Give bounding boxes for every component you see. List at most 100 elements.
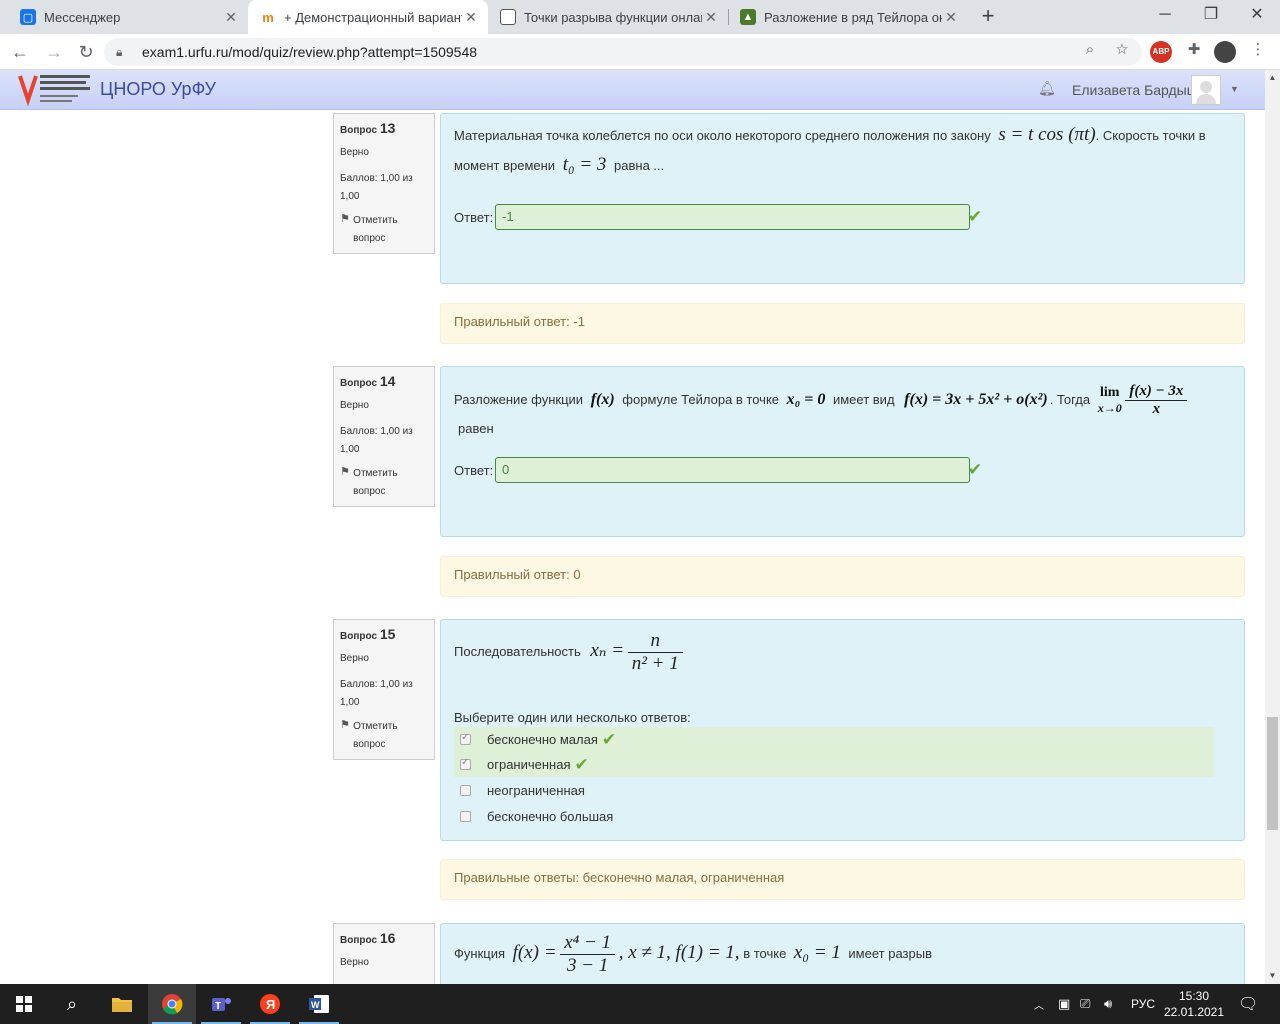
tab-title: Точки разрыва функции онлайн <box>524 9 702 25</box>
correct-answer-feedback: Правильные ответы: бесконечно малая, огр… <box>440 859 1245 900</box>
question-label: Вопрос <box>340 631 378 642</box>
tab-messenger[interactable]: ▢ Мессенджер ✕ <box>8 0 248 34</box>
checkbox[interactable] <box>460 757 471 770</box>
menu-dots-icon[interactable]: ⋮ <box>1246 38 1270 62</box>
option-label: бесконечно большая <box>487 809 614 824</box>
scrollbar-thumb[interactable] <box>1267 717 1278 830</box>
taskbar-clock[interactable]: 15:30 22.01.2021 <box>1158 988 1230 1020</box>
scroll-up-arrow-icon[interactable]: ▲ <box>1265 70 1280 85</box>
bookmark-star-icon[interactable]: ☆ <box>1110 38 1134 62</box>
volume-icon[interactable]: 🔊︎ <box>1104 984 1112 1024</box>
svg-text:Я: Я <box>266 997 275 1012</box>
network-warning-icon[interactable]: ▣ <box>1058 984 1070 1024</box>
formula-x0: x₀ = 0 <box>786 390 826 408</box>
checkbox[interactable] <box>460 732 471 745</box>
chevron-down-icon[interactable]: ▼ <box>1230 84 1239 94</box>
formula-lhs: xₙ = <box>590 639 625 661</box>
clock-date: 22.01.2021 <box>1163 1005 1225 1019</box>
address-bar[interactable]: 🔒︎ exam1.urfu.ru/mod/quiz/review.php?att… <box>104 38 1142 66</box>
question-info-15: Вопрос 15 Верно Баллов: 1,00 из 1,00 ⚑ О… <box>333 619 435 760</box>
profile-avatar-icon[interactable] <box>1214 41 1236 63</box>
tab-quiz[interactable]: m + Демонстрационный вариант ✕ <box>248 0 488 34</box>
notifications-icon[interactable]: 🗨︎ <box>1238 984 1258 1024</box>
formula-lhs: f(x) = <box>512 941 557 963</box>
formula-fraction: x⁴ − 1 3 − 1 <box>560 932 616 977</box>
answer-field[interactable]: -1 <box>495 204 970 230</box>
minimize-button[interactable]: ─ <box>1142 0 1188 34</box>
new-tab-button[interactable]: + <box>976 4 1000 28</box>
option-row[interactable]: бесконечно малая ✔ <box>454 727 1214 752</box>
user-name[interactable]: Елизавета Бардыш <box>1072 82 1198 98</box>
correct-check-icon: ✔ <box>968 207 983 226</box>
display-icon[interactable]: ⎚ <box>1080 984 1090 1024</box>
close-tab-icon[interactable]: ✕ <box>462 9 480 26</box>
urfu-logo[interactable] <box>18 72 92 108</box>
file-explorer-icon[interactable] <box>98 984 146 1024</box>
restore-button[interactable]: ❐ <box>1188 0 1234 34</box>
page-icon <box>500 9 516 25</box>
flag-icon: ⚑ <box>340 213 350 225</box>
fraction-numerator: x⁴ − 1 <box>560 932 616 955</box>
language-indicator[interactable]: РУС <box>1131 984 1155 1024</box>
flag-icon: ⚑ <box>340 719 350 731</box>
close-tab-icon[interactable]: ✕ <box>222 9 240 26</box>
formula-f: f(x) <box>590 390 615 408</box>
option-row[interactable]: неограниченная <box>454 778 1214 803</box>
close-window-button[interactable]: ✕ <box>1234 0 1280 34</box>
site-name[interactable]: ЦНОРО УрФУ <box>100 79 216 100</box>
question-text-part: формуле Тейлора в точке <box>622 391 780 407</box>
question-number: 13 <box>379 120 396 136</box>
answer-field[interactable]: 0 <box>495 457 970 483</box>
scroll-down-arrow-icon[interactable]: ▼ <box>1265 968 1280 983</box>
browser-tab-bar: ▢ Мессенджер ✕ m + Демонстрационный вари… <box>0 0 1280 34</box>
tab-discontinuity[interactable]: Точки разрыва функции онлайн ✕ <box>488 0 728 34</box>
yandex-taskbar-icon[interactable]: Я <box>246 984 294 1024</box>
forward-button[interactable]: → <box>42 40 66 64</box>
checkbox[interactable] <box>460 811 471 822</box>
question-content-14: Разложение функции f(x) формуле Тейлора … <box>440 366 1245 537</box>
search-icon[interactable]: ⌕ <box>48 984 96 1024</box>
fraction-denominator: 3 − 1 <box>566 955 609 976</box>
extensions-puzzle-icon[interactable]: ✚ <box>1182 38 1206 62</box>
chrome-taskbar-icon[interactable] <box>148 984 196 1024</box>
site-header: ЦНОРО УрФУ 🔔︎ Елизавета Бардыш ▼ <box>0 70 1265 110</box>
question-text-part: Разложение функции <box>454 391 584 407</box>
option-row[interactable]: бесконечно большая <box>454 804 1214 829</box>
flag-question-button[interactable]: ⚑ Отметить вопрос <box>340 465 428 501</box>
reload-button[interactable]: ↻ <box>74 40 98 64</box>
question-info-14: Вопрос 14 Верно Баллов: 1,00 из 1,00 ⚑ О… <box>333 366 435 507</box>
close-tab-icon[interactable]: ✕ <box>702 9 720 26</box>
teams-taskbar-icon[interactable]: T <box>197 984 245 1024</box>
question-text: Функция f(x) = x⁴ − 1 3 − 1 , x ≠ 1, f(1… <box>454 932 932 977</box>
close-tab-icon[interactable]: ✕ <box>942 9 960 26</box>
zoom-icon[interactable]: ⌕ <box>1078 38 1102 62</box>
question-text-part: момент времени <box>454 158 556 173</box>
page-scrollbar[interactable] <box>1265 70 1280 984</box>
avatar[interactable] <box>1191 75 1221 105</box>
url-text: exam1.urfu.ru/mod/quiz/review.php?attemp… <box>142 44 478 60</box>
show-hidden-icons-button[interactable]: ︿ <box>1034 984 1044 1024</box>
checkbox[interactable] <box>460 785 471 796</box>
windows-taskbar: ⌕ T Я W ︿ ▣ ⎚ 🔊︎ РУС 15:30 22.01.2021 🗨︎ <box>0 984 1280 1024</box>
question-text: Разложение функции f(x) формуле Тейлора … <box>454 383 1188 418</box>
notification-bell-icon[interactable]: 🔔︎ <box>1038 80 1056 98</box>
flag-question-button[interactable]: ⚑ Отметить вопрос <box>340 212 428 248</box>
tab-title: Разложение в ряд Тейлора онлайн <box>764 9 942 25</box>
question-number: 15 <box>379 626 396 642</box>
answer-label: Ответ: <box>454 463 494 478</box>
chrome-icon <box>162 994 183 1015</box>
flag-question-button[interactable]: ⚑ Отметить вопрос <box>340 718 428 754</box>
option-row[interactable]: ограниченная ✔ <box>454 752 1214 777</box>
question-state: Верно <box>340 147 369 158</box>
word-taskbar-icon[interactable]: W <box>295 984 343 1024</box>
adblock-icon[interactable]: ABP <box>1150 41 1172 63</box>
question-text-part: Функция <box>454 945 505 961</box>
question-state: Верно <box>340 400 369 411</box>
flag-label: Отметить вопрос <box>353 468 398 497</box>
question-state: Верно <box>340 653 369 664</box>
formula-lim: lim <box>1100 385 1120 400</box>
formula-rest: , x ≠ 1, f(1) = 1, <box>618 941 740 963</box>
start-button[interactable] <box>0 984 48 1024</box>
back-button[interactable]: ← <box>8 40 32 64</box>
tab-taylor[interactable]: ▲ Разложение в ряд Тейлора онлайн ✕ <box>728 0 968 34</box>
